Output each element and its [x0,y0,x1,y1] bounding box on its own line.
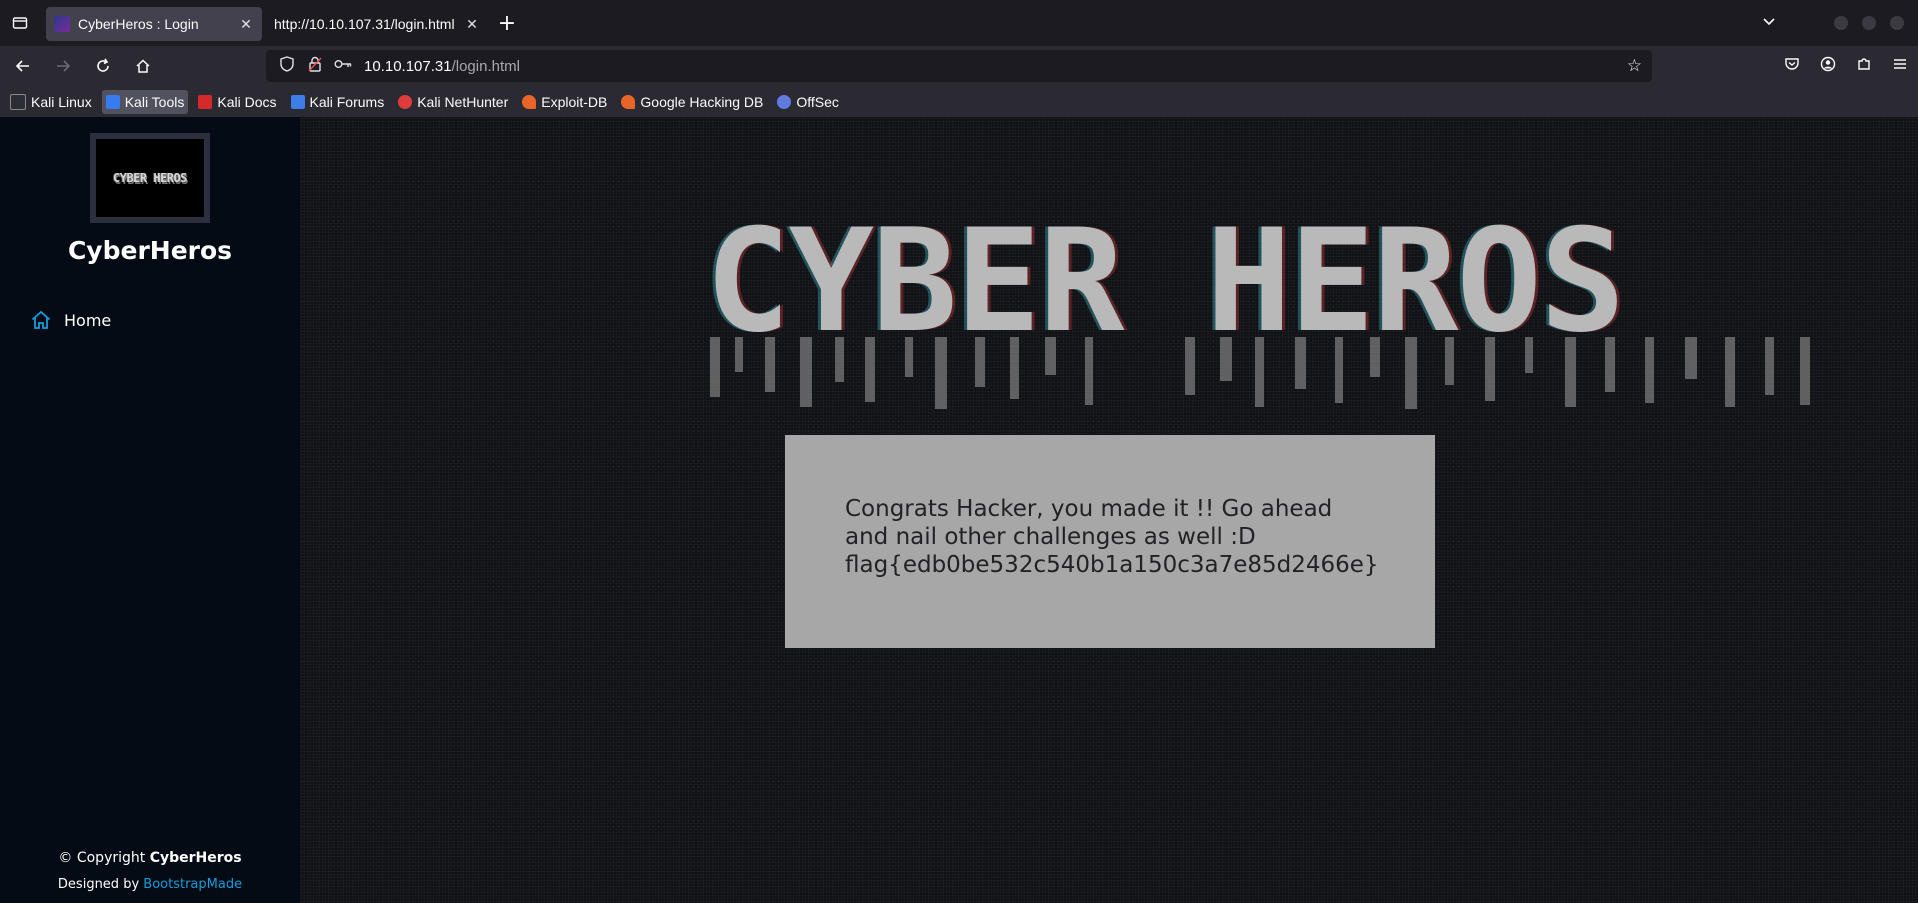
copyright-prefix: © Copyright [58,850,146,866]
navigation-toolbar: 10.10.107.31/login.html ☆ [0,46,1918,86]
kali-tools-icon [105,94,120,109]
bookmark-kali-forums[interactable]: Kali Forums [287,90,389,114]
bookmark-label: Exploit-DB [541,93,608,110]
bookmark-label: Kali NetHunter [417,93,509,110]
bookmark-label: Kali Linux [31,93,92,110]
kali-forums-icon [290,94,305,109]
chevron-down-icon[interactable] [1754,14,1784,32]
bookmark-kali-docs[interactable]: Kali Docs [194,90,280,114]
bookmark-label: Kali Tools [124,93,185,110]
nav-label: Home [64,310,112,330]
bookmark-label: Kali Forums [309,93,385,110]
kali-docs-icon [198,94,213,109]
tab-cyberheros-login[interactable]: CyberHeros : Login ✕ [46,7,262,41]
reload-icon[interactable] [86,50,120,82]
close-window-button[interactable] [1890,16,1904,30]
main-content: CYBER HEROS Congrats Hacker, you made it… [300,117,1918,903]
pocket-icon[interactable] [1774,56,1810,76]
bookmark-exploit-db[interactable]: Exploit-DB [518,90,611,114]
key-icon[interactable] [332,58,354,74]
url-host: 10.10.107.31 [364,57,452,75]
account-icon[interactable] [1810,56,1846,76]
designed-prefix: Designed by [57,877,140,892]
nethunter-icon [398,94,413,109]
bookmark-kali-linux[interactable]: Kali Linux [6,90,96,114]
page-content: CYBER HEROS CyberHeros Home © Copyright … [0,117,1918,903]
message-line-1: Congrats Hacker, you made it !! Go ahead [845,496,1333,522]
tab-title: http://10.10.107.31/login.html [274,16,455,32]
bookmark-google-hacking-db[interactable]: Google Hacking DB [617,90,767,114]
copyright: © Copyright CyberHeros [0,850,300,866]
tab-title: CyberHeros : Login [78,16,199,32]
tab-login-url[interactable]: http://10.10.107.31/login.html ✕ [266,7,488,41]
menu-icon[interactable] [1882,56,1918,76]
forward-arrow-icon[interactable] [46,50,80,82]
designed-by: Designed by BootstrapMade [0,877,300,892]
bookmark-label: Kali Docs [217,93,277,110]
message-line-2: and nail other challenges as well :D [845,524,1256,550]
site-name[interactable]: CyberHeros [0,236,300,265]
home-icon [31,310,51,329]
tab-overview-icon[interactable] [0,0,40,46]
bootstrapmade-link[interactable]: BootstrapMade [143,877,242,892]
bookmark-kali-nethunter[interactable]: Kali NetHunter [394,90,512,114]
kali-dragon-icon [10,93,26,110]
maximize-button[interactable] [1862,16,1876,30]
banner-title: CYBER HEROS [705,199,1625,364]
minimize-button[interactable] [1834,16,1848,30]
url-bar[interactable]: 10.10.107.31/login.html ☆ [266,50,1652,82]
exploit-db-icon [522,94,537,109]
bookmark-offsec[interactable]: OffSec [773,90,843,114]
close-tab-icon[interactable]: ✕ [464,16,480,33]
logo-text: CYBER HEROS [113,171,187,185]
new-tab-icon[interactable]: + [492,11,522,36]
close-tab-icon[interactable]: ✕ [238,16,254,33]
insecure-lock-icon[interactable] [304,56,326,76]
shield-icon[interactable] [276,56,298,76]
flag-text: flag{edb0be532c540b1a150c3a7e85d2466e} [845,552,1379,578]
bookmark-label: OffSec [796,93,839,110]
copyright-brand: CyberHeros [149,850,242,866]
success-message-box: Congrats Hacker, you made it !! Go ahead… [785,435,1435,648]
url-path: /login.html [451,57,520,75]
extensions-icon[interactable] [1846,56,1882,76]
home-icon[interactable] [126,50,160,82]
ghdb-icon [621,94,636,109]
back-arrow-icon[interactable] [6,50,40,82]
bookmark-star-icon[interactable]: ☆ [1627,56,1642,76]
tab-bar: CyberHeros : Login ✕ http://10.10.107.31… [0,0,1918,46]
nav-item-home[interactable]: Home [30,309,111,331]
bookmarks-toolbar: Kali Linux Kali Tools Kali Docs Kali For… [0,86,1918,117]
offsec-icon [777,94,792,109]
bookmark-label: Google Hacking DB [640,93,764,110]
sidebar: CYBER HEROS CyberHeros Home © Copyright … [0,117,300,903]
bookmark-kali-tools[interactable]: Kali Tools [101,89,189,114]
banner-drips [710,337,1810,409]
cyberheros-banner: CYBER HEROS [705,199,1918,452]
favicon-icon [54,16,70,32]
site-logo[interactable]: CYBER HEROS [90,133,210,223]
